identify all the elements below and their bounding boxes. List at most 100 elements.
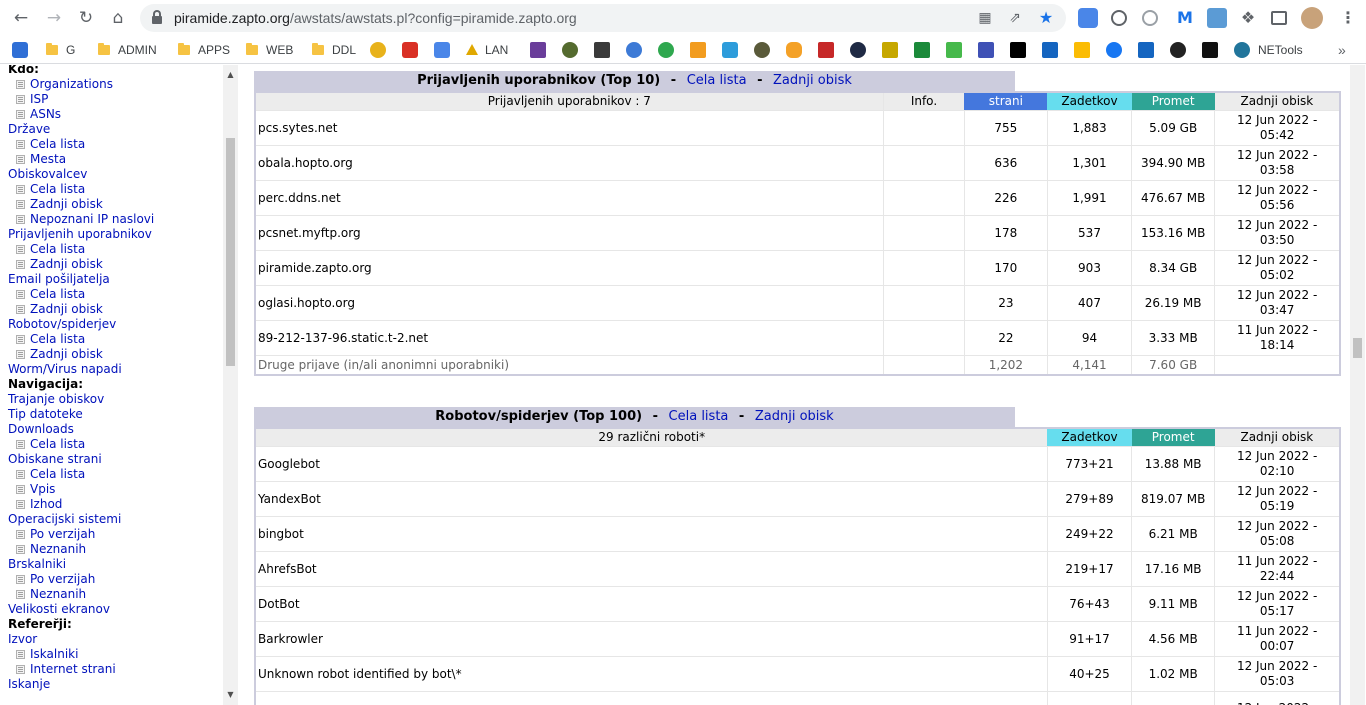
page-scrollbar[interactable]	[1350, 65, 1365, 705]
menu-subitem[interactable]: Zadnji obisk	[8, 347, 154, 362]
github-bookmark-icon[interactable]	[1170, 42, 1186, 58]
menu-subitem[interactable]: Nepoznani IP naslovi	[8, 212, 154, 227]
robots-full-list-link[interactable]: Cela lista	[669, 409, 729, 424]
menu-item[interactable]: Tip datoteke	[8, 407, 154, 422]
block-extension-icon[interactable]	[1111, 10, 1127, 26]
facebook-bookmark-icon[interactable]	[1106, 42, 1122, 58]
radio-bookmark-icon[interactable]	[12, 42, 28, 58]
pma-bookmark-icon[interactable]	[690, 42, 706, 58]
circle-bookmark-icon[interactable]	[754, 42, 770, 58]
lock-icon[interactable]	[152, 10, 162, 24]
menu-subitem[interactable]: Neznanih	[8, 542, 154, 557]
menu-item[interactable]: Izvor	[8, 632, 154, 647]
cube-bookmark-icon[interactable]	[722, 42, 738, 58]
menu-subitem[interactable]: Po verzijah	[8, 572, 154, 587]
menu-item[interactable]: Obiskane strani	[8, 452, 154, 467]
menu-item[interactable]: Robotov/spiderjev	[8, 317, 154, 332]
translate-bookmark-icon[interactable]	[434, 42, 450, 58]
menu-subitem[interactable]: Cela lista	[8, 332, 154, 347]
flag-black-bookmark-icon[interactable]	[1202, 42, 1218, 58]
robots-last-visit-link[interactable]: Zadnji obisk	[755, 409, 834, 424]
menu-subitem[interactable]: Vpis	[8, 482, 154, 497]
menu-item[interactable]: Trajanje obiskov	[8, 392, 154, 407]
menu-item[interactable]: Downloads	[8, 422, 154, 437]
gmail-bookmark-icon[interactable]	[402, 42, 418, 58]
menu-scrollbar-thumb[interactable]	[226, 138, 235, 366]
google-translate-extension-icon[interactable]	[1078, 8, 1098, 28]
menu-subitem[interactable]: Cela lista	[8, 137, 154, 152]
translate-icon[interactable]: ▦	[976, 9, 994, 27]
sigma-bookmark-icon[interactable]	[978, 42, 994, 58]
menu-item[interactable]: Obiskovalcev	[8, 167, 154, 182]
menu-item[interactable]: Iskanje	[8, 677, 154, 692]
home-icon[interactable]: ⌂	[106, 6, 130, 30]
td-bookmark-icon[interactable]	[786, 42, 802, 58]
users-last-visit-link[interactable]: Zadnji obisk	[773, 73, 852, 88]
scroll-up-arrow-icon[interactable]: ▲	[223, 67, 238, 82]
menu-subitem[interactable]: Cela lista	[8, 242, 154, 257]
menu-subitem[interactable]: Cela lista	[8, 467, 154, 482]
menu-subitem[interactable]: Cela lista	[8, 437, 154, 452]
green-bookmark-icon[interactable]	[946, 42, 962, 58]
side-panel-icon[interactable]	[1271, 11, 1287, 25]
bookmark-folder-g[interactable]: G	[46, 41, 75, 59]
bookmark-folder-apps[interactable]: APPS	[178, 41, 230, 59]
menu-subitem[interactable]: Iskalniki	[8, 647, 154, 662]
back-arrow-icon[interactable]: ←	[9, 6, 33, 30]
page-scrollbar-thumb[interactable]	[1353, 338, 1362, 358]
menu-item[interactable]: Email pošiljatelja	[8, 272, 154, 287]
bookmark-netools[interactable]: NETools	[1234, 41, 1303, 59]
menu-item[interactable]: Brskalniki	[8, 557, 154, 572]
menu-subitem[interactable]: Internet strani	[8, 662, 154, 677]
more-bookmarks-icon[interactable]: »	[1338, 41, 1346, 59]
card2-bookmark-icon[interactable]	[1138, 42, 1154, 58]
menu-item[interactable]: Države	[8, 122, 154, 137]
forward-arrow-icon[interactable]: →	[42, 6, 66, 30]
bookmark-folder-admin[interactable]: ADMIN	[98, 41, 157, 59]
refresh-bookmark-icon[interactable]	[658, 42, 674, 58]
menu-item[interactable]: Velikosti ekranov	[8, 602, 154, 617]
temple-bookmark-icon[interactable]	[594, 42, 610, 58]
card-bookmark-icon[interactable]	[1042, 42, 1058, 58]
menu-subitem[interactable]: Zadnji obisk	[8, 257, 154, 272]
menu-subitem[interactable]: Neznanih	[8, 587, 154, 602]
menu-subitem[interactable]: Cela lista	[8, 287, 154, 302]
download-bookmark-icon[interactable]	[914, 42, 930, 58]
bookmark-lan[interactable]: LAN	[466, 41, 508, 59]
menu-dots-icon[interactable]: ⋮	[1338, 8, 1358, 28]
users-full-list-link[interactable]: Cela lista	[687, 73, 747, 88]
menu-subitem[interactable]: Zadnji obisk	[8, 197, 154, 212]
peak-bookmark-icon[interactable]	[882, 42, 898, 58]
menu-item[interactable]: Operacijski sistemi	[8, 512, 154, 527]
ethereum-bookmark-icon[interactable]	[850, 42, 866, 58]
menu-subitem[interactable]: Izhod	[8, 497, 154, 512]
ip-bookmark-icon[interactable]	[1010, 42, 1026, 58]
address-bar[interactable]: piramide.zapto.org/awstats/awstats.pl?co…	[140, 4, 1066, 32]
network-bookmark-icon[interactable]	[626, 42, 642, 58]
menu-item[interactable]: Worm/Virus napadi	[8, 362, 154, 377]
m-extension-icon[interactable]: M	[1175, 8, 1195, 28]
bookmark-folder-ddl[interactable]: DDL	[312, 41, 356, 59]
menu-subitem[interactable]: Zadnji obisk	[8, 302, 154, 317]
menu-item[interactable]: Prijavljenih uporabnikov	[8, 227, 154, 242]
game-bookmark-icon[interactable]	[530, 42, 546, 58]
reload-icon[interactable]: ↻	[74, 6, 98, 30]
extensions-puzzle-icon[interactable]: ❖	[1238, 8, 1258, 28]
drive-bookmark-icon[interactable]	[1074, 42, 1090, 58]
bookmark-folder-web[interactable]: WEB	[246, 41, 293, 59]
site-bookmark-icon[interactable]	[370, 42, 386, 58]
menu-subitem[interactable]: Mesta	[8, 152, 154, 167]
profile-avatar[interactable]	[1301, 7, 1323, 29]
share-icon[interactable]: ⇗	[1006, 9, 1024, 27]
menu-subitem[interactable]: ISP	[8, 92, 154, 107]
menu-subitem[interactable]: ASNs	[8, 107, 154, 122]
menu-subitem[interactable]: Po verzijah	[8, 527, 154, 542]
bookmark-star-icon[interactable]: ★	[1037, 9, 1055, 27]
menu-subitem[interactable]: Organizations	[8, 77, 154, 92]
badge-bookmark-icon[interactable]	[562, 42, 578, 58]
menu-scrollbar[interactable]: ▲ ▼	[223, 65, 238, 705]
scroll-down-arrow-icon[interactable]: ▼	[223, 687, 238, 702]
broom-extension-icon[interactable]	[1207, 8, 1227, 28]
globe-extension-icon[interactable]	[1142, 10, 1158, 26]
url-text[interactable]: piramide.zapto.org/awstats/awstats.pl?co…	[174, 4, 577, 32]
